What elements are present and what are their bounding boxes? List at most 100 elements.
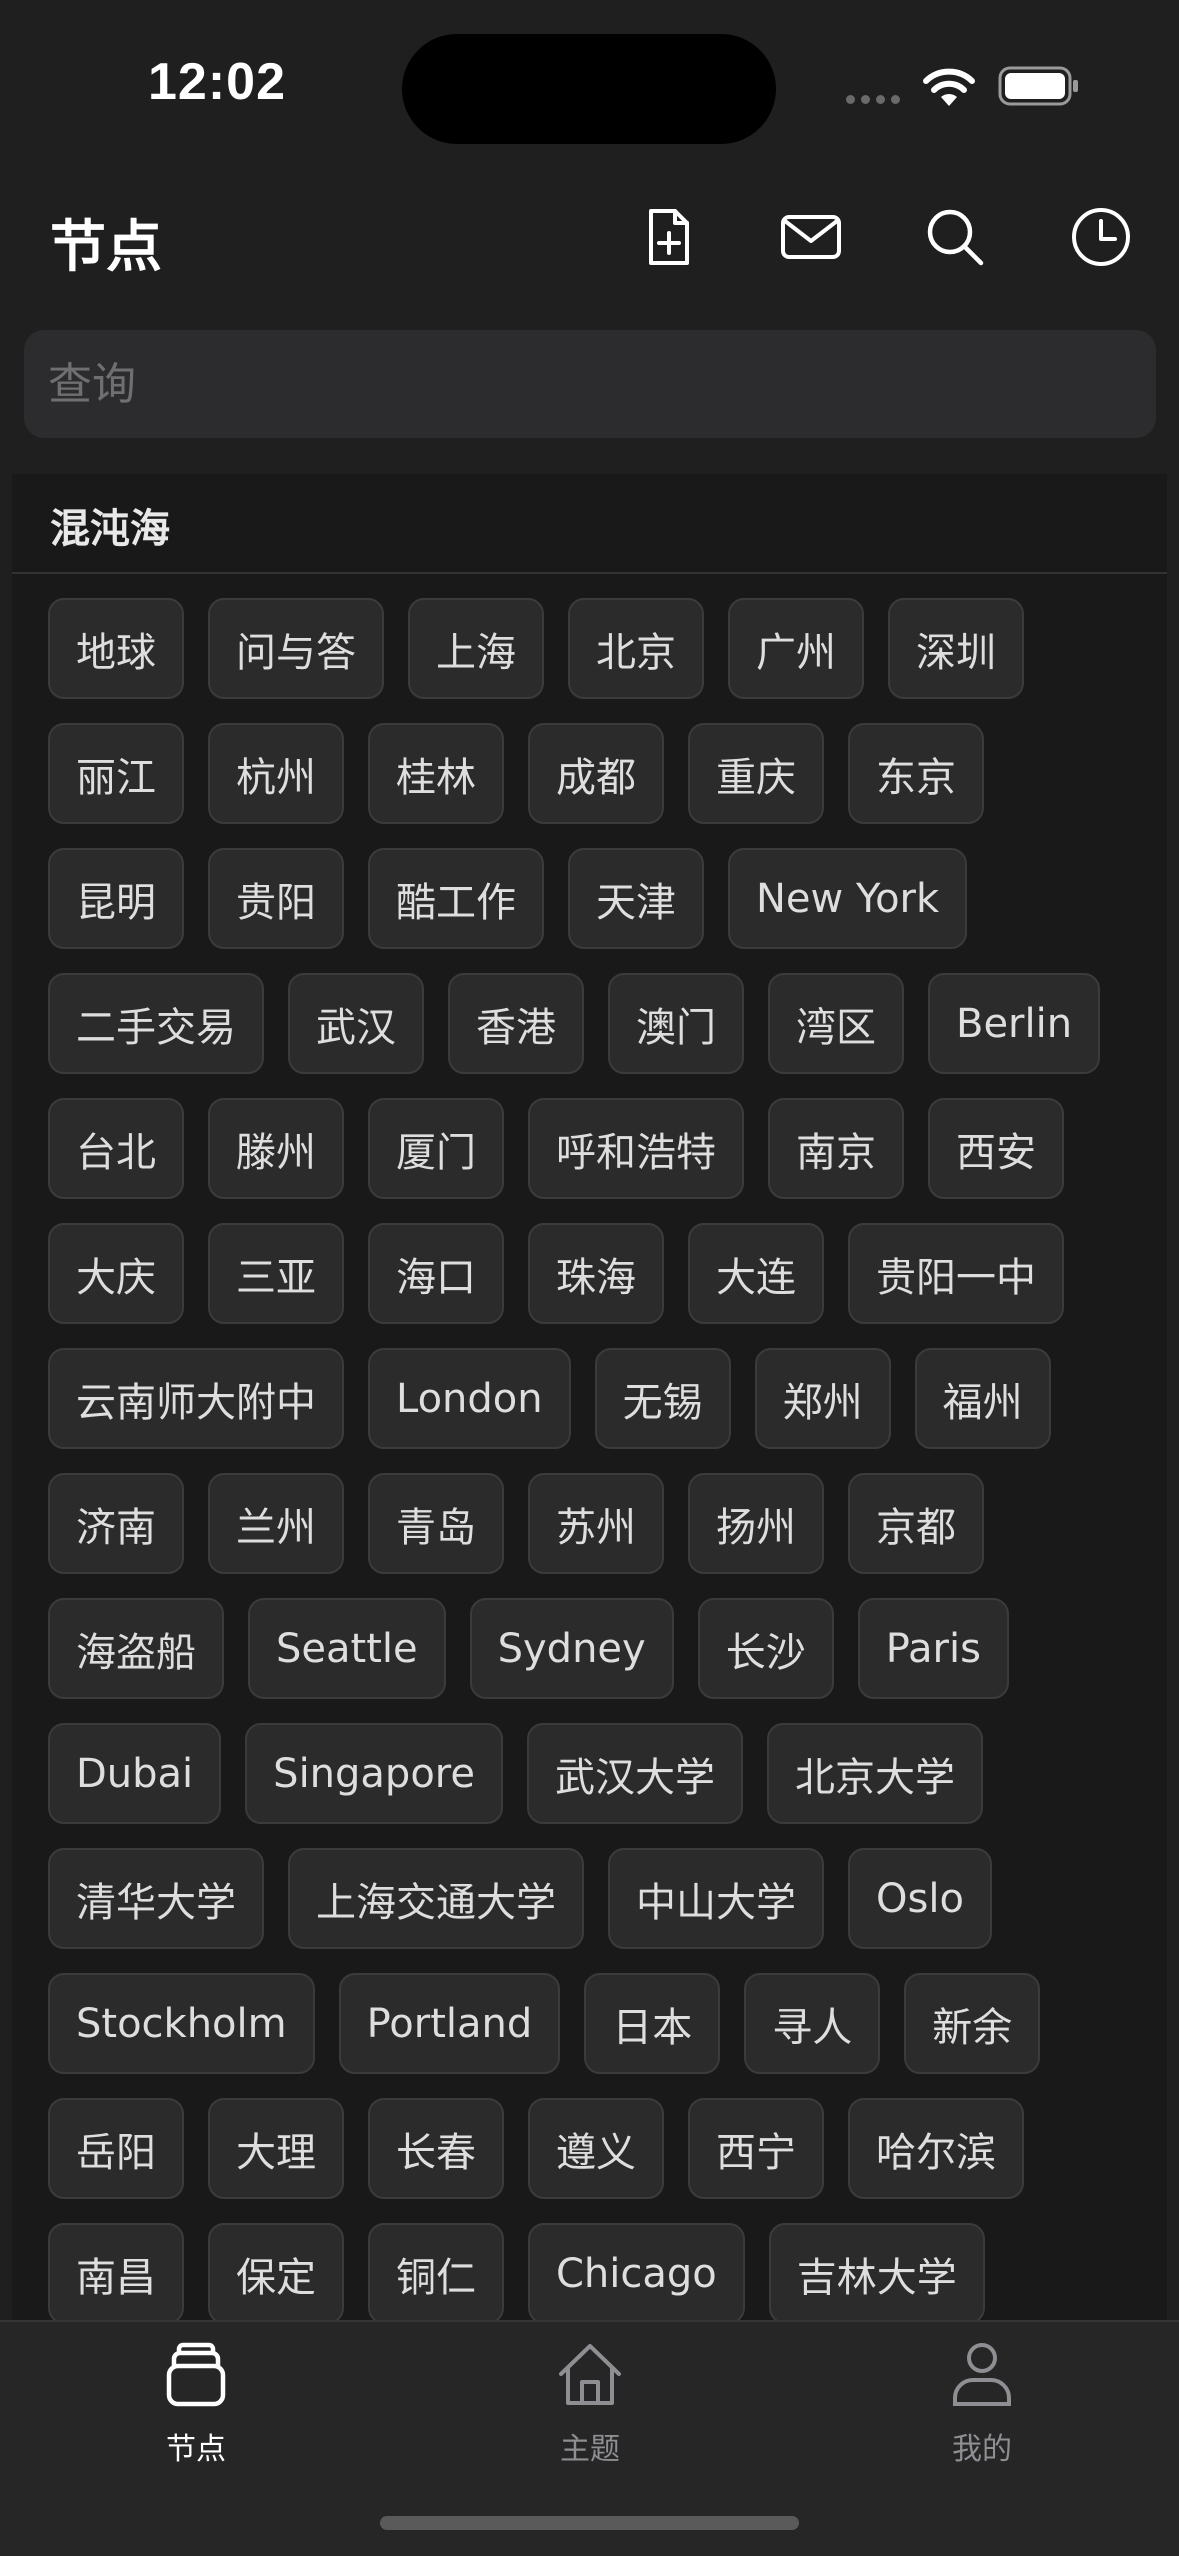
history-clock-icon[interactable] (1068, 204, 1134, 270)
node-tag[interactable]: Berlin (928, 973, 1101, 1074)
node-tag[interactable]: 哈尔滨 (848, 2098, 1024, 2199)
node-tag[interactable]: 台北 (48, 1098, 184, 1199)
node-tag[interactable]: Chicago (528, 2223, 745, 2324)
battery-icon (998, 66, 1078, 106)
node-tag[interactable]: 青岛 (368, 1473, 504, 1574)
node-tag[interactable]: 日本 (584, 1973, 721, 2074)
node-tag[interactable]: 扬州 (688, 1473, 824, 1574)
node-tag[interactable]: 香港 (448, 973, 584, 1074)
node-tag[interactable]: 苏州 (528, 1473, 664, 1574)
node-tag[interactable]: New York (728, 848, 968, 949)
node-tag[interactable]: 中山大学 (608, 1848, 824, 1949)
node-tag[interactable]: 郑州 (754, 1348, 891, 1449)
node-tag[interactable]: 杭州 (208, 723, 344, 824)
stack-icon (166, 2342, 226, 2407)
node-tag[interactable]: 云南师大附中 (48, 1348, 344, 1449)
status-time: 12:02 (148, 53, 286, 111)
node-tag[interactable]: 兰州 (208, 1473, 344, 1574)
node-tag[interactable]: 呼和浩特 (528, 1098, 744, 1199)
node-tag[interactable]: 京都 (848, 1473, 984, 1574)
node-tag[interactable]: 长春 (368, 2098, 504, 2199)
node-tag[interactable]: 西宁 (688, 2098, 824, 2199)
tab-me[interactable]: 我的 (882, 2340, 1082, 2500)
search-icon[interactable] (922, 204, 988, 270)
node-tag[interactable]: 滕州 (208, 1098, 344, 1199)
tab-topics-label: 主题 (560, 2432, 620, 2467)
node-tag[interactable]: 吉林大学 (768, 2223, 985, 2324)
node-tag[interactable]: 遵义 (528, 2098, 664, 2199)
tab-me-label: 我的 (952, 2432, 1012, 2467)
new-document-icon[interactable] (636, 204, 702, 270)
node-tag[interactable]: 酷工作 (368, 848, 544, 949)
node-tag[interactable]: 广州 (728, 598, 864, 699)
node-tag[interactable]: 深圳 (888, 598, 1024, 699)
node-tag[interactable]: 桂林 (368, 723, 504, 824)
node-tag[interactable]: 大连 (688, 1223, 824, 1324)
node-tag[interactable]: Paris (857, 1598, 1009, 1699)
node-tag[interactable]: 保定 (208, 2223, 344, 2324)
section-divider (12, 572, 1167, 574)
node-tag[interactable]: 无锡 (594, 1348, 731, 1449)
node-tag[interactable]: 南昌 (48, 2223, 184, 2324)
node-tag[interactable]: 重庆 (688, 723, 824, 824)
node-tag[interactable]: 湾区 (768, 973, 904, 1074)
node-tag[interactable]: Dubai (48, 1723, 222, 1824)
node-tag[interactable]: 武汉大学 (526, 1723, 743, 1824)
section-title: 混沌海 (50, 506, 170, 552)
tab-nodes[interactable]: 节点 (96, 2340, 296, 2500)
node-tag[interactable]: 北京 (568, 598, 704, 699)
node-tag[interactable]: 问与答 (208, 598, 384, 699)
node-tag[interactable]: 武汉 (288, 973, 424, 1074)
node-tag[interactable]: 天津 (568, 848, 704, 949)
node-tag[interactable]: Sydney (469, 1598, 674, 1699)
node-tag[interactable]: 贵阳 (208, 848, 344, 949)
mail-icon[interactable] (778, 204, 844, 270)
node-tag[interactable]: 清华大学 (48, 1848, 264, 1949)
node-tag[interactable]: 二手交易 (48, 973, 264, 1074)
node-tag[interactable]: 上海交通大学 (288, 1848, 584, 1949)
nav-header: 节点 (0, 180, 1179, 290)
node-tag[interactable]: Stockholm (48, 1973, 315, 2074)
home-indicator (380, 2516, 799, 2530)
node-tag[interactable]: Oslo (848, 1848, 992, 1949)
wifi-icon (923, 68, 975, 106)
node-tag[interactable]: 南京 (768, 1098, 904, 1199)
node-tag[interactable]: 海口 (368, 1223, 504, 1324)
node-tag[interactable]: Seattle (248, 1598, 446, 1699)
screen: 12:02 节点 查询 混沌海 地球 问与答 上海 北京 广州 深圳 丽江 杭州… (0, 0, 1179, 2556)
node-tag[interactable]: 新余 (904, 1973, 1041, 2074)
node-tag[interactable]: 东京 (848, 723, 984, 824)
node-tag[interactable]: 寻人 (744, 1973, 881, 2074)
node-tag[interactable]: 珠海 (528, 1223, 664, 1324)
tab-topics[interactable]: 主题 (490, 2340, 690, 2500)
node-tag[interactable]: 上海 (408, 598, 544, 699)
node-tag[interactable]: 丽江 (48, 723, 184, 824)
page-title: 节点 (50, 215, 162, 280)
node-tag[interactable]: 贵阳一中 (848, 1223, 1064, 1324)
node-tag[interactable]: 三亚 (208, 1223, 344, 1324)
node-tag[interactable]: 海盗船 (48, 1598, 224, 1699)
home-icon (559, 2344, 621, 2405)
node-tag[interactable]: 铜仁 (368, 2223, 504, 2324)
search-input[interactable] (24, 330, 1156, 438)
node-tag[interactable]: 长沙 (697, 1598, 834, 1699)
node-tag[interactable]: 岳阳 (48, 2098, 184, 2199)
node-tag[interactable]: 北京大学 (766, 1723, 983, 1824)
node-tag[interactable]: 澳门 (608, 973, 744, 1074)
node-tag[interactable]: 地球 (48, 598, 184, 699)
node-tag[interactable]: London (368, 1348, 571, 1449)
person-icon (953, 2343, 1011, 2406)
node-tag[interactable]: Portland (338, 1973, 561, 2074)
node-tag[interactable]: 成都 (528, 723, 664, 824)
node-tag[interactable]: 济南 (48, 1473, 184, 1574)
node-section-card: 混沌海 地球 问与答 上海 北京 广州 深圳丽江 杭州 桂林 成都 重庆 东京昆明 贵阳 酷工作 天津 Ne… (12, 474, 1167, 2324)
node-tag[interactable]: Singapore (245, 1723, 503, 1824)
search-bar (24, 330, 1156, 438)
node-tag[interactable]: 大庆 (48, 1223, 184, 1324)
node-tag[interactable]: 昆明 (48, 848, 184, 949)
node-tag[interactable]: 大理 (208, 2098, 344, 2199)
node-tag[interactable]: 厦门 (368, 1098, 504, 1199)
cellular-signal-icon (846, 95, 900, 104)
node-tag[interactable]: 西安 (928, 1098, 1064, 1199)
node-tag[interactable]: 福州 (914, 1348, 1051, 1449)
